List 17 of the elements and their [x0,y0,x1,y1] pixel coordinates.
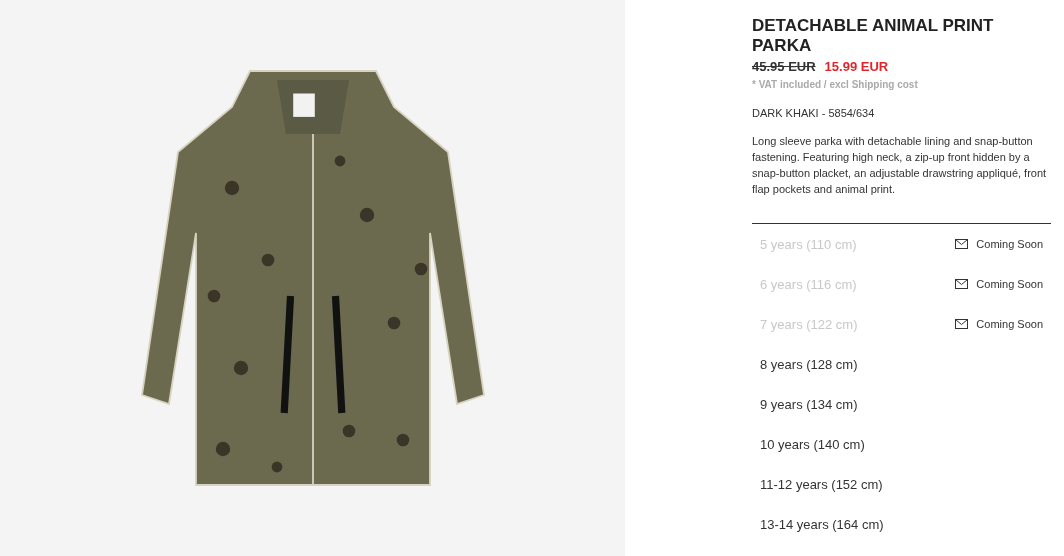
size-option[interactable]: 9 years (134 cm) [760,396,858,412]
envelope-icon [955,279,969,289]
size-option[interactable]: 13-14 years (164 cm) [760,516,884,532]
coming-soon-link[interactable]: Coming Soon [976,238,1043,250]
coming-soon-link[interactable]: Coming Soon [976,278,1043,290]
color-reference: DARK KHAKI - 5854/634 [752,107,876,119]
envelope-icon [955,319,969,329]
product-description: Long sleeve parka with detachable lining and snap-button fastening. Featuring high neck, a zip-up front hidden by a snap-button placket, an adjustable drawstring appliqué, front flap pockets and animal print. [752,134,1048,197]
size-option[interactable]: 8 years (128 cm) [760,356,858,372]
product-title: DETACHABLE ANIMAL PRINT PARKA [752,16,995,56]
coming-soon-link[interactable]: Coming Soon [976,318,1043,330]
size-option[interactable]: 11-12 years (152 cm) [760,476,883,492]
size-option[interactable]: 10 years (140 cm) [760,436,865,452]
envelope-icon [955,239,969,249]
sale-price: 15.99 EUR [824,59,889,74]
old-price: 45.95 EUR [752,59,816,74]
tax-note: * VAT included / excl Shipping cost [752,79,919,90]
